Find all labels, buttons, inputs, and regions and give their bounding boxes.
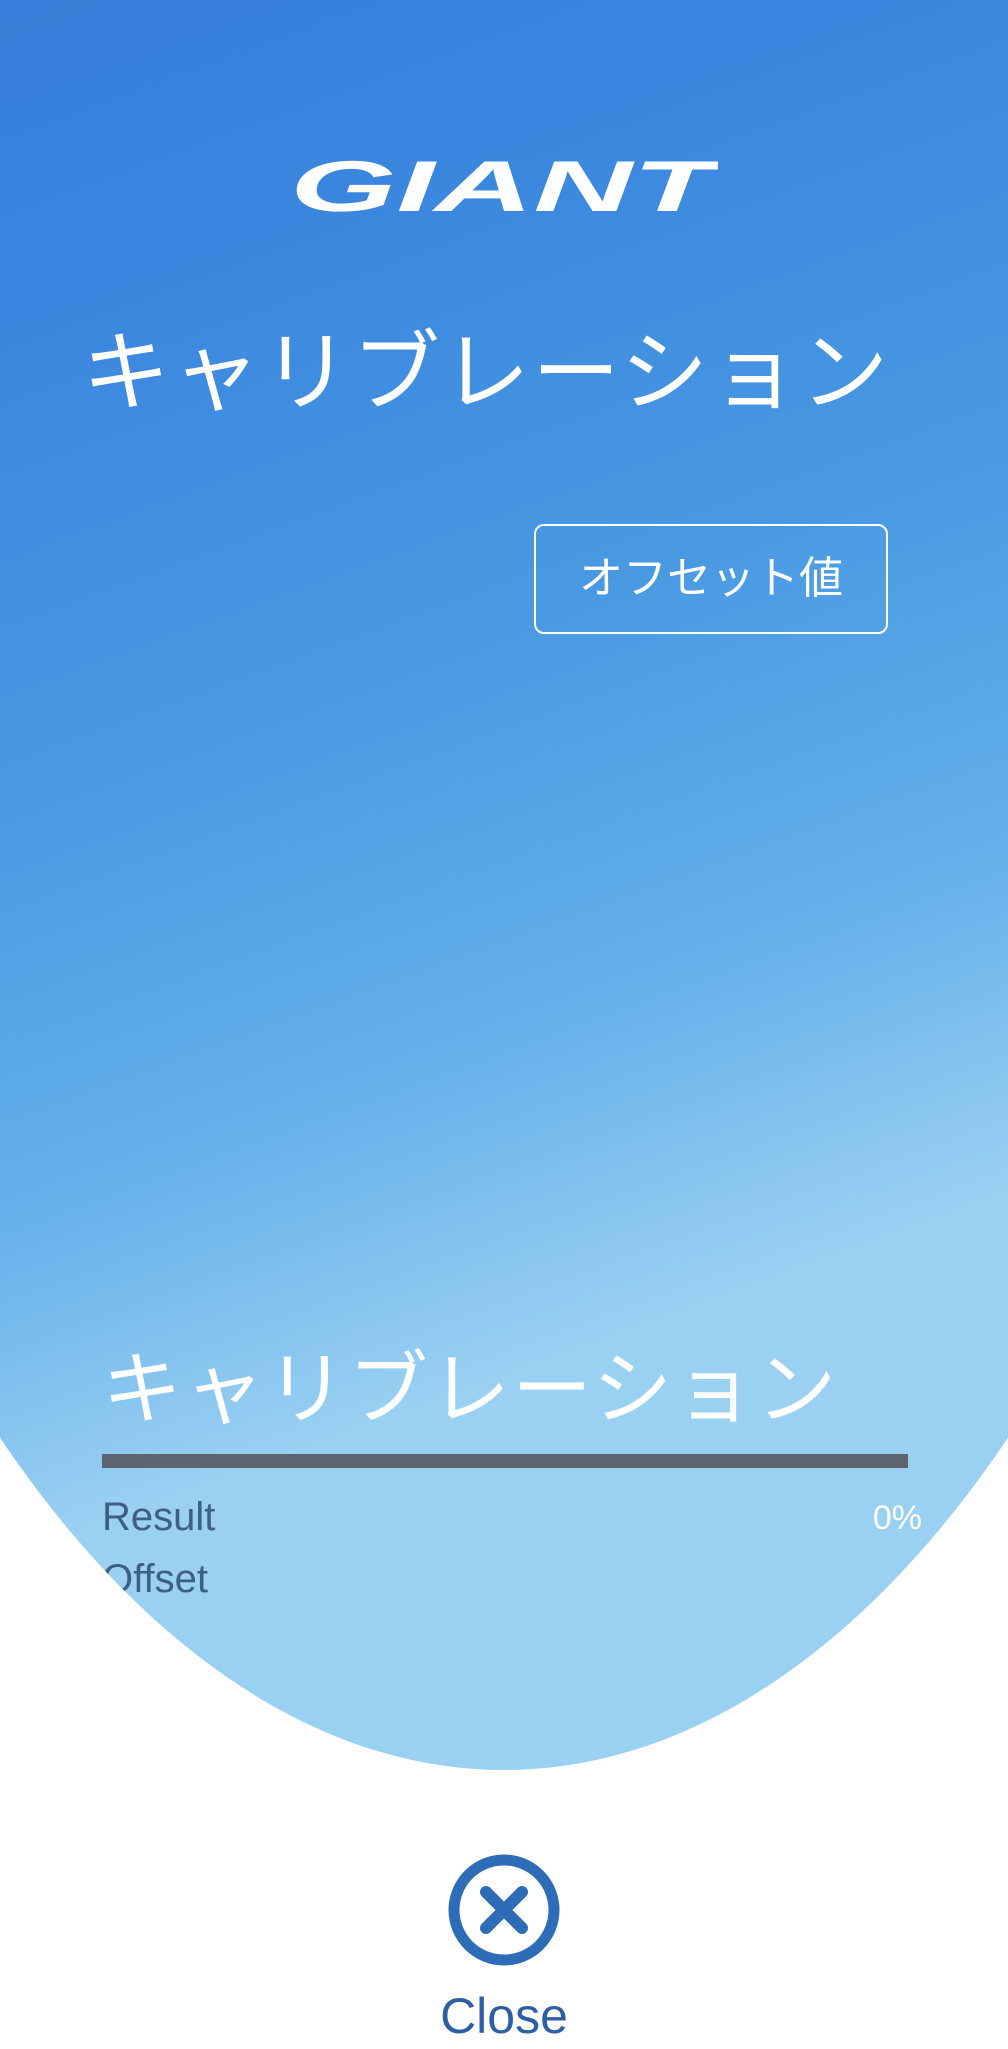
calibration-progress-bar <box>102 1454 908 1468</box>
close-label[interactable]: Close <box>394 1986 614 2046</box>
giant-logo-text: GIANT <box>290 155 718 217</box>
hero-content: GIANT キャリブレーション オフセット値 キャリブレーション Result … <box>0 0 1008 1770</box>
calibration-screen: GIANT キャリブレーション オフセット値 キャリブレーション Result … <box>0 0 1008 2049</box>
offset-value-button[interactable]: オフセット値 <box>534 524 888 634</box>
close-circle-icon[interactable] <box>448 1854 560 1966</box>
result-label: Result <box>102 1495 216 1539</box>
offset-label: Offset <box>102 1557 208 1601</box>
close-button[interactable]: Close <box>394 1850 614 2049</box>
giant-logo: GIANT <box>290 155 718 217</box>
progress-percent: 0% <box>872 1499 922 1537</box>
calibration-status-title: キャリブレーション <box>102 1343 839 1436</box>
hero-background: GIANT キャリブレーション オフセット値 キャリブレーション Result … <box>0 0 1008 1770</box>
page-title: キャリブレーション <box>82 321 891 424</box>
